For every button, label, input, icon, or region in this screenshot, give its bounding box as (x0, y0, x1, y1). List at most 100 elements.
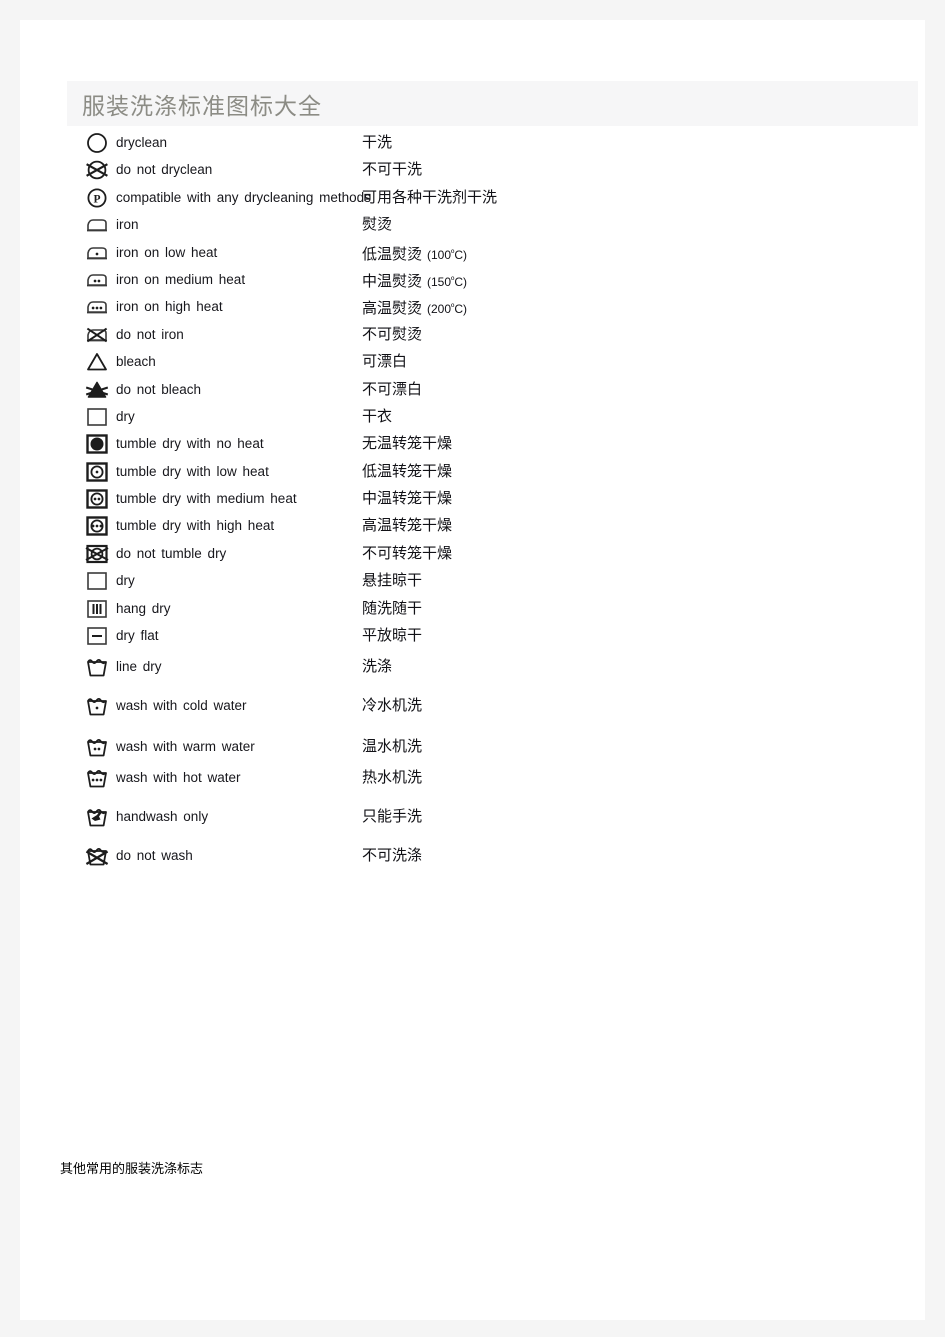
do-not-wash-icon (82, 843, 112, 869)
svg-text:P: P (93, 193, 100, 205)
symbol-label-zh-text: 热水机洗 (362, 769, 423, 787)
symbol-label-zh-text: 平放晾干 (362, 627, 423, 645)
tumble-dry-medium-heat-icon (82, 486, 112, 512)
symbol-label-en: do not iron (116, 326, 184, 342)
do-not-iron-icon (82, 322, 112, 348)
symbol-label-en: iron on medium heat (116, 271, 246, 287)
symbol-label-zh: 中温转笼干燥 (362, 486, 452, 512)
symbol-label-zh: 冷水机洗 (362, 693, 422, 719)
iron-icon (82, 212, 112, 238)
iron-two-dot-icon (82, 267, 112, 293)
symbol-row: tumble dry with medium heat 中温转笼干燥 (20, 486, 925, 513)
page-title: 服装洗涤标准图标大全 (82, 94, 322, 119)
symbol-label-zh-text: 干洗 (362, 134, 393, 151)
symbol-label-zh-text: 不可洗涤 (362, 847, 423, 865)
symbol-label-zh-text: 不可转笼干燥 (362, 544, 453, 562)
symbol-row: wash with cold water 冷水机洗 (20, 693, 925, 734)
symbol-label-en: do not tumble dry (116, 545, 227, 561)
symbol-label-zh-text: 不可干洗 (362, 161, 423, 179)
symbol-row: handwash only 只能手洗 (20, 804, 925, 843)
symbol-row: iron on low heat 低温熨烫 (100ºC) (20, 240, 925, 267)
symbol-row: tumble dry with high heat 高温转笼干燥 (20, 513, 925, 540)
symbol-label-zh: 熨烫 (362, 212, 392, 238)
symbol-label-zh: 高温转笼干燥 (362, 513, 452, 539)
symbol-row: do not iron 不可熨烫 (20, 322, 925, 349)
symbol-label-zh-text: 可漂白 (362, 353, 408, 371)
symbol-label-zh-text: 不可漂白 (362, 380, 423, 398)
symbol-label-zh: 干洗 (362, 130, 392, 156)
symbol-label-zh-text: 冷水机洗 (362, 697, 423, 715)
do-not-tumble-dry-icon (82, 541, 112, 567)
symbol-label-zh-text: 可用各种干洗剂干洗 (362, 188, 498, 206)
document-sheet: 服装洗涤标准图标大全 dryclean 干洗 do not dryclean 不可干洗… (20, 20, 925, 1320)
hang-dry-icon (82, 596, 112, 622)
symbol-label-zh-text: 高温熨烫 (362, 300, 423, 318)
symbol-label-en: compatible with any drycleaning methods (116, 189, 371, 205)
symbol-label-en: line dry (116, 659, 162, 675)
tumble-dry-low-heat-icon (82, 459, 112, 485)
wash-cold-icon (82, 693, 112, 719)
symbol-label-zh: 只能手洗 (362, 804, 422, 830)
symbol-label-zh: 不可熨烫 (362, 322, 422, 348)
dryclean-p-circle-icon: P (82, 185, 112, 211)
symbol-label-en: wash with hot water (116, 770, 241, 786)
symbol-row: dry 干衣 (20, 404, 925, 431)
symbol-label-en: wash with warm water (116, 739, 255, 755)
symbol-label-en: do not bleach (116, 381, 202, 397)
iron-three-dot-icon (82, 294, 112, 320)
symbol-label-en: iron on high heat (116, 299, 223, 315)
symbol-label-en: do not dryclean (116, 162, 213, 178)
symbol-label-zh-text: 低温熨烫 (362, 245, 423, 263)
symbol-label-zh: 随洗随干 (362, 596, 422, 622)
footer-note: 其他常用的服装洗涤标志 (60, 1161, 204, 1176)
dry-flat-icon (82, 623, 112, 649)
symbol-label-zh-text: 不可熨烫 (362, 325, 423, 343)
symbol-label-zh-text: 只能手洗 (362, 808, 423, 826)
symbol-label-zh-text: 熨烫 (362, 216, 393, 234)
symbol-label-zh-text: 温水机洗 (362, 738, 423, 756)
symbol-label-zh: 不可转笼干燥 (362, 541, 452, 567)
symbol-label-zh-text: 低温转笼干燥 (362, 462, 453, 480)
symbol-label-zh: 无温转笼干燥 (362, 431, 452, 457)
symbol-row: tumble dry with low heat 低温转笼干燥 (20, 459, 925, 486)
symbol-label-en: tumble dry with high heat (116, 518, 275, 534)
symbol-label-en: tumble dry with medium heat (116, 491, 297, 507)
symbol-label-en: dry (116, 573, 135, 589)
do-not-dryclean-circle-cross-icon (82, 157, 112, 183)
symbol-label-en: bleach (116, 354, 156, 370)
bleach-triangle-icon (82, 349, 112, 375)
symbol-label-zh: 热水机洗 (362, 765, 422, 791)
tumble-dry-no-heat-icon (82, 431, 112, 457)
symbol-row: hang dry 随洗随干 (20, 596, 925, 623)
symbol-label-en: handwash only (116, 809, 209, 825)
symbol-label-en: iron on low heat (116, 244, 218, 260)
symbol-label-zh: 温水机洗 (362, 734, 422, 760)
wash-tub-icon (82, 654, 112, 680)
wash-hot-icon (82, 765, 112, 791)
symbol-label-zh: 可用各种干洗剂干洗 (362, 185, 497, 211)
laundry-symbol-table: dryclean 干洗 do not dryclean 不可干洗 Pcompatible… (20, 130, 925, 870)
symbol-label-zh-text: 悬挂晾干 (362, 572, 423, 590)
symbol-row: wash with warm water 温水机洗 (20, 734, 925, 765)
symbol-label-zh: 中温熨烫 (150ºC) (362, 267, 467, 293)
symbol-temperature: (100ºC) (427, 247, 468, 262)
symbol-row: do not wash 不可洗涤 (20, 843, 925, 870)
symbol-label-en: dry flat (116, 628, 159, 644)
symbol-label-zh: 不可干洗 (362, 157, 422, 183)
symbol-label-en: do not wash (116, 848, 193, 864)
tumble-dry-high-heat-icon (82, 513, 112, 539)
symbol-row: tumble dry with no heat 无温转笼干燥 (20, 431, 925, 458)
symbol-label-en: tumble dry with no heat (116, 436, 264, 452)
page-background: 服装洗涤标准图标大全 dryclean 干洗 do not dryclean 不可干洗… (0, 0, 945, 1337)
symbol-label-zh: 低温熨烫 (100ºC) (362, 240, 467, 266)
symbol-row: iron on high heat 高温熨烫 (200ºC) (20, 294, 925, 321)
symbol-label-zh: 平放晾干 (362, 623, 422, 649)
symbol-row: dry flat 平放晾干 (20, 623, 925, 654)
dry-square-icon (82, 568, 112, 594)
symbol-label-zh: 可漂白 (362, 349, 407, 375)
wash-warm-icon (82, 734, 112, 760)
symbol-label-en: hang dry (116, 600, 171, 616)
symbol-label-zh-text: 随洗随干 (362, 599, 423, 617)
symbol-row: dry 悬挂晾干 (20, 568, 925, 595)
symbol-row: line dry 洗涤 (20, 654, 925, 693)
